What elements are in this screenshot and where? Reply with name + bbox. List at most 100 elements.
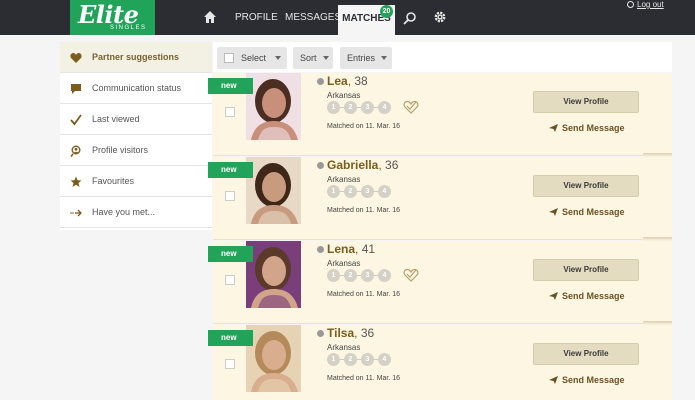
logo-subtitle: SINGLES	[110, 25, 147, 31]
paper-plane-icon	[549, 124, 558, 132]
top-navigation-bar: Elite SINGLES PROFILE MESSAGES MATCHES 2…	[0, 0, 695, 35]
communication-step: 3	[361, 269, 374, 282]
match-checkbox[interactable]	[225, 275, 235, 285]
match-name-text: Lea	[327, 74, 348, 88]
communication-step: 2	[344, 269, 357, 282]
send-message-link[interactable]: Send Message	[549, 123, 625, 133]
send-message-link[interactable]: Send Message	[549, 291, 625, 301]
profile-photo-image	[246, 241, 301, 308]
sidebar-item-label: Profile visitors	[92, 145, 149, 155]
speech-bubble-icon	[71, 84, 81, 94]
match-age: 36	[385, 158, 399, 172]
home-icon[interactable]	[203, 10, 217, 24]
communication-step: 1	[327, 185, 340, 198]
communication-step: 2	[344, 101, 357, 114]
send-message-label: Send Message	[562, 207, 625, 217]
nav-profile[interactable]: PROFILE	[235, 12, 278, 23]
communication-step: 4	[378, 353, 391, 366]
new-badge: new	[208, 330, 253, 346]
send-message-link[interactable]: Send Message	[549, 207, 625, 217]
profile-photo[interactable]	[246, 157, 301, 224]
match-name[interactable]: Lea, 38	[327, 74, 368, 88]
view-profile-button[interactable]: View Profile	[533, 91, 639, 113]
communication-step: 1	[327, 101, 340, 114]
communication-step: 3	[361, 101, 374, 114]
select-label: Select	[241, 53, 267, 63]
match-name[interactable]: Tilsa, 36	[327, 326, 374, 340]
sidebar-item-favourites[interactable]: Favourites	[60, 166, 212, 197]
sidebar: Partner suggestions Communication status…	[60, 42, 212, 230]
send-message-label: Send Message	[562, 123, 625, 133]
sidebar-item-label: Last viewed	[92, 114, 140, 124]
sidebar-item-communication-status[interactable]: Communication status	[60, 73, 212, 104]
profile-photo[interactable]	[246, 73, 301, 140]
smile-heart-icon[interactable]	[403, 268, 419, 282]
match-checkbox[interactable]	[225, 191, 235, 201]
match-location: Arkansas	[327, 343, 361, 352]
view-profile-button[interactable]: View Profile	[533, 259, 639, 281]
chevron-down-icon	[323, 56, 329, 60]
communication-step: 4	[378, 101, 391, 114]
power-icon	[627, 1, 634, 8]
elite-singles-logo[interactable]: Elite SINGLES	[70, 0, 155, 35]
online-status-dot	[317, 78, 324, 85]
match-name[interactable]: Lena, 41	[327, 242, 375, 256]
online-status-dot	[317, 330, 324, 337]
matched-date: Matched on 11. Mar. 16	[327, 207, 401, 214]
select-dropdown[interactable]: Select	[217, 47, 287, 69]
match-checkbox[interactable]	[225, 359, 235, 369]
chevron-down-icon	[381, 56, 387, 60]
communication-step: 1	[327, 353, 340, 366]
match-name-text: Lena	[327, 242, 356, 256]
view-profile-button[interactable]: View Profile	[533, 175, 639, 197]
online-status-dot	[317, 246, 324, 253]
nav-messages[interactable]: MESSAGES	[285, 12, 341, 23]
view-profile-button[interactable]: View Profile	[533, 343, 639, 365]
profile-photo-image	[246, 157, 301, 224]
send-message-link[interactable]: Send Message	[549, 375, 625, 385]
match-checkbox[interactable]	[225, 107, 235, 117]
match-age: 41	[361, 242, 376, 256]
match-name[interactable]: Gabriella, 36	[327, 158, 398, 172]
sidebar-item-profile-visitors[interactable]: Profile visitors	[60, 135, 212, 166]
visitor-icon	[70, 145, 81, 157]
sidebar-item-last-viewed[interactable]: Last viewed	[60, 104, 212, 135]
heart-icon	[70, 53, 82, 63]
gear-icon[interactable]	[433, 10, 447, 24]
sort-dropdown[interactable]: Sort	[293, 47, 333, 69]
logout-link[interactable]: Log out	[627, 0, 664, 9]
sidebar-item-label: Communication status	[92, 83, 182, 93]
match-age: 36	[360, 326, 375, 340]
checkmark-icon	[70, 114, 82, 126]
paper-plane-icon	[549, 208, 558, 216]
matched-date: Matched on 11. Mar. 16	[327, 123, 401, 130]
profile-photo[interactable]	[246, 241, 301, 308]
logout-label: Log out	[637, 0, 664, 9]
communication-step: 3	[361, 353, 374, 366]
match-card: new Tilsa, 36 Arkansas 1 2 3 4 Matched o…	[208, 325, 672, 400]
sidebar-item-label: Have you met...	[92, 207, 156, 217]
communication-step: 1	[327, 269, 340, 282]
communication-step: 4	[378, 269, 391, 282]
new-badge: new	[208, 246, 253, 262]
select-all-checkbox[interactable]	[224, 53, 234, 63]
match-location: Arkansas	[327, 259, 361, 268]
matched-date: Matched on 11. Mar. 16	[327, 375, 401, 382]
communication-step: 4	[378, 185, 391, 198]
sidebar-item-have-you-met[interactable]: Have you met...	[60, 197, 212, 228]
match-card: new Gabriella, 36 Arkansas 1 2 3 4 Match…	[208, 157, 672, 241]
communication-step: 2	[344, 185, 357, 198]
match-location: Arkansas	[327, 91, 361, 100]
entries-label: Entries	[347, 53, 376, 63]
profile-photo[interactable]	[246, 325, 301, 392]
matches-count-badge: 20	[380, 5, 393, 18]
sidebar-item-partner-suggestions[interactable]: Partner suggestions	[60, 42, 212, 73]
send-message-label: Send Message	[562, 375, 625, 385]
profile-photo-image	[246, 325, 301, 392]
smile-heart-icon[interactable]	[403, 100, 419, 114]
list-toolbar: Select Sort Entries	[213, 42, 672, 72]
search-icon[interactable]	[403, 11, 417, 25]
entries-dropdown[interactable]: Entries	[340, 47, 392, 69]
chevron-down-icon	[275, 56, 281, 60]
communication-step: 3	[361, 185, 374, 198]
